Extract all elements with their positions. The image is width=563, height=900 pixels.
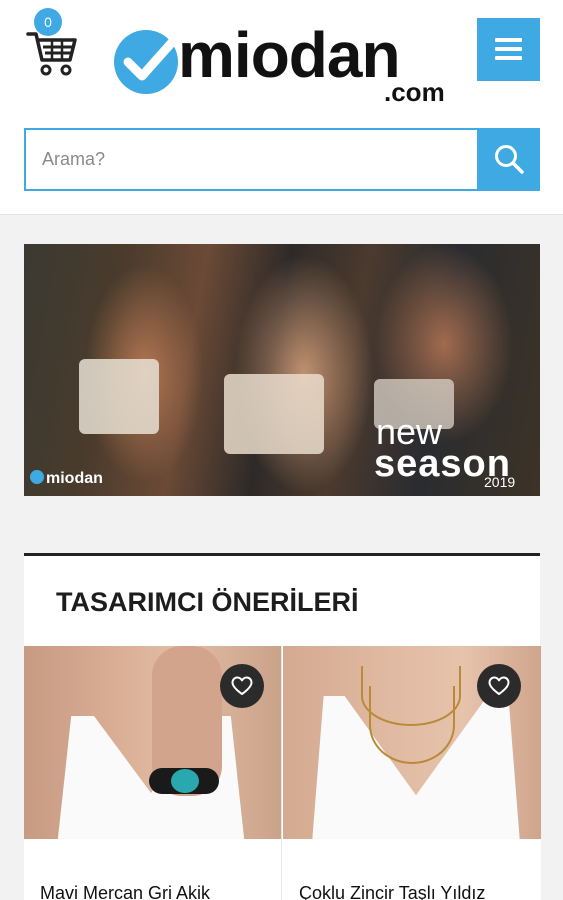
banner-year: 2019 bbox=[484, 474, 516, 490]
checkmark-logo-icon bbox=[30, 470, 44, 484]
favorite-button[interactable] bbox=[477, 664, 521, 708]
banner-photo-decor bbox=[79, 359, 159, 434]
heart-icon bbox=[488, 676, 510, 695]
search-button[interactable] bbox=[477, 128, 540, 191]
menu-button[interactable] bbox=[477, 18, 540, 81]
designer-picks-section: TASARIMCI ÖNERİLERİ Mavi Mercan Gri Akik… bbox=[24, 553, 541, 900]
hamburger-icon-bar bbox=[495, 56, 522, 60]
product-card[interactable]: Mavi Mercan Gri Akik bbox=[24, 646, 282, 900]
banner-logo: miodan bbox=[30, 470, 103, 488]
cart-icon bbox=[26, 32, 77, 76]
product-image-decor bbox=[149, 768, 219, 794]
banner-photo-decor bbox=[224, 374, 324, 454]
logo-domain: .com bbox=[384, 77, 445, 107]
product-image-decor bbox=[171, 769, 199, 793]
search-input[interactable] bbox=[24, 128, 477, 191]
hamburger-icon-bar bbox=[495, 47, 522, 51]
product-card[interactable]: Çoklu Zincir Taşlı Yıldız bbox=[283, 646, 541, 900]
product-name[interactable]: Mavi Mercan Gri Akik bbox=[40, 882, 210, 900]
search-bar bbox=[24, 128, 540, 191]
heart-icon bbox=[231, 676, 253, 695]
checkmark-logo-icon bbox=[114, 30, 179, 94]
logo-wordmark: miodan bbox=[178, 19, 401, 91]
product-image-decor bbox=[369, 686, 455, 764]
product-name[interactable]: Çoklu Zincir Taşlı Yıldız bbox=[299, 882, 485, 900]
favorite-button[interactable] bbox=[220, 664, 264, 708]
header: 0 miodan .com bbox=[0, 0, 563, 215]
section-title: TASARIMCI ÖNERİLERİ bbox=[56, 587, 359, 617]
hamburger-icon-bar bbox=[495, 38, 522, 42]
site-logo[interactable]: miodan .com bbox=[112, 18, 457, 108]
search-icon bbox=[495, 145, 524, 174]
cart-button[interactable]: 0 bbox=[26, 8, 86, 78]
banner-logo-text: miodan bbox=[46, 470, 103, 487]
promo-banner[interactable]: miodan new season 2019 bbox=[24, 244, 540, 496]
